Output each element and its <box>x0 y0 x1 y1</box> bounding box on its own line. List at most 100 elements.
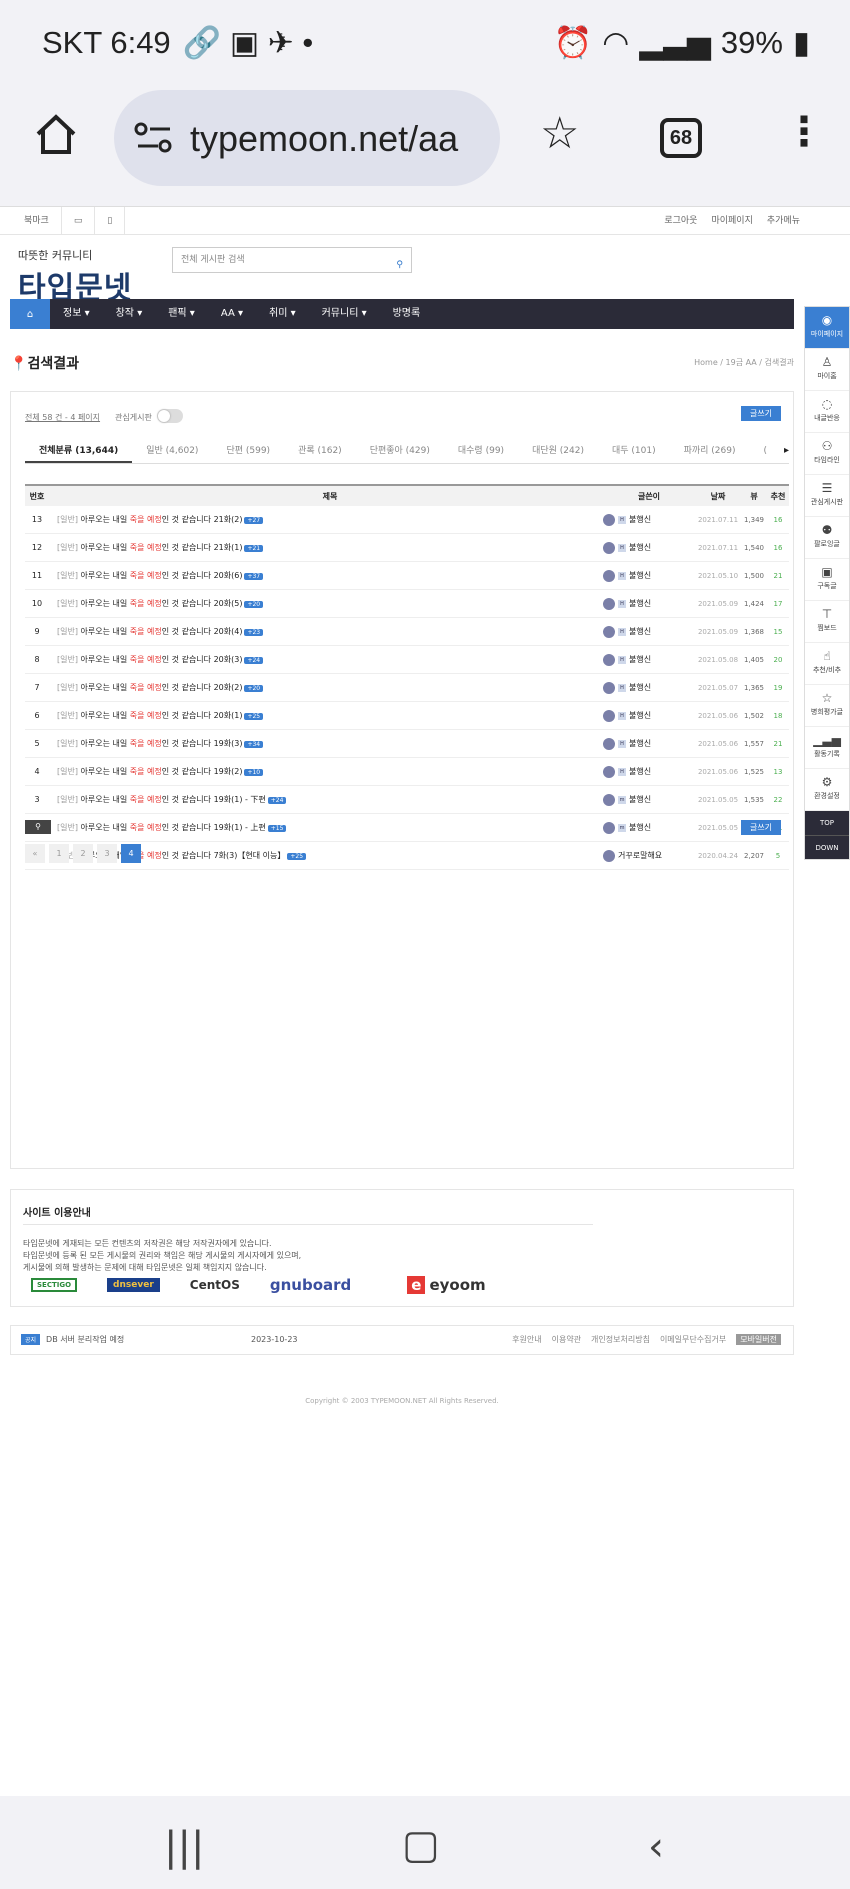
more-menu-icon[interactable]: ⋮ <box>784 108 824 156</box>
scroll-top-button[interactable]: TOP <box>805 811 849 835</box>
tab-5[interactable]: 대수령 (99) <box>444 438 518 463</box>
nav-creation[interactable]: 창작 ▾ <box>103 299 156 329</box>
table-row[interactable]: 2[일반] 아루오는 내일 죽을 예정인 것 같습니다 19화(1) - 上편+… <box>25 814 789 842</box>
post-author[interactable]: 거꾸로말해요 <box>603 849 695 862</box>
tab-3[interactable]: 단편좋아 (429) <box>356 438 444 463</box>
site-settings-icon[interactable] <box>134 120 174 156</box>
quick-reactions[interactable]: ◌ 내글반응 <box>805 391 849 433</box>
table-row[interactable]: 12 [일반] 아루오는 내일 죽을 예정인 것 같습니다 21화(1) +21 H 불… <box>25 534 789 562</box>
site-logo[interactable]: 따뜻한 커뮤니티 타입문넷 <box>18 247 132 307</box>
quick-pinned[interactable]: ⊤ 찜보드 <box>805 601 849 643</box>
page-2[interactable]: 2 <box>73 844 93 863</box>
post-author[interactable]: H 불행신 <box>603 597 695 610</box>
post-author[interactable]: m 불행신 <box>603 793 695 806</box>
home-icon[interactable] <box>34 112 78 156</box>
more-menu-link[interactable]: 추가메뉴 <box>767 207 800 235</box>
tab-count-button[interactable]: 68 <box>660 118 702 158</box>
result-count[interactable]: 전체 58 건 - 4 페이지 <box>25 412 100 423</box>
write-button-bottom[interactable]: 글쓰기 <box>741 820 781 835</box>
table-row[interactable]: 4 [일반] 아루오는 내일 죽을 예정인 것 같습니다 19화(2) +10 H 불행… <box>25 758 789 786</box>
table-row[interactable]: 13 [일반] 아루오는 내일 죽을 예정인 것 같습니다 21화(2) +27 H 불… <box>25 506 789 534</box>
post-title[interactable]: [일반] 아루오는 내일 죽을 예정인 것 같습니다 19화(3) +34 <box>49 738 603 749</box>
tab-9[interactable]: ( <box>750 438 782 463</box>
logout-link[interactable]: 로그아웃 <box>664 207 697 235</box>
search-icon[interactable]: ⚲ <box>396 253 403 277</box>
tab-all[interactable]: 전체분류 (13,644) <box>25 438 133 463</box>
table-row[interactable]: 11 [일반] 아루오는 내일 죽을 예정인 것 같습니다 20화(6) +37 H 불… <box>25 562 789 590</box>
table-row[interactable]: 3 [일반] 아루오는 내일 죽을 예정인 것 같습니다 19화(1) - 下편 +… <box>25 786 789 814</box>
table-row[interactable]: 5 [일반] 아루오는 내일 죽을 예정인 것 같습니다 19화(3) +34 H 불행… <box>25 730 789 758</box>
footer-link-privacy[interactable]: 개인정보처리방침 <box>591 1334 650 1345</box>
mobile-icon[interactable]: ▯ <box>95 207 126 235</box>
nav-home-icon[interactable]: ⌂ <box>10 299 50 329</box>
quick-following[interactable]: ⚉ 팔로잉글 <box>805 517 849 559</box>
table-row[interactable]: 8 [일반] 아루오는 내일 죽을 예정인 것 같습니다 20화(3) +24 H 불행… <box>25 646 789 674</box>
quick-fav-board[interactable]: ☰ 관심게시판 <box>805 475 849 517</box>
post-title[interactable]: [일반] 아루오는 내일 죽을 예정인 것 같습니다 20화(2) +20 <box>49 682 603 693</box>
page-3[interactable]: 3 <box>97 844 117 863</box>
bookmark-star-icon[interactable]: ☆ <box>540 112 579 156</box>
nav-guestbook[interactable]: 방명록 <box>380 299 434 329</box>
post-title[interactable]: [일반] 아루오는 내일 죽을 예정인 것 같습니다 21화(2) +27 <box>49 514 603 525</box>
page-first[interactable]: « <box>25 844 45 863</box>
quick-settings[interactable]: ⚙ 환경설정 <box>805 769 849 811</box>
tab-8[interactable]: 파까리 (269) <box>670 438 750 463</box>
tab-general[interactable]: 일반 (4,602) <box>132 438 212 463</box>
quick-activity[interactable]: ▁▃▅ 활동기록 <box>805 727 849 769</box>
page-4[interactable]: 4 <box>121 844 141 863</box>
tab-4[interactable]: 관록 (162) <box>284 438 356 463</box>
quick-myhome[interactable]: ♙ 마이홈 <box>805 349 849 391</box>
home-button-icon[interactable]: ▢ <box>402 1822 440 1868</box>
tab-scroll-icon[interactable]: ▸ <box>784 445 789 456</box>
post-author[interactable]: H 불행신 <box>603 681 695 694</box>
tab-7[interactable]: 대두 (101) <box>598 438 670 463</box>
post-author[interactable]: H 불행신 <box>603 653 695 666</box>
search-button[interactable]: ⚲ <box>25 820 51 834</box>
url-bar[interactable]: typemoon.net/aa <box>114 90 500 186</box>
tab-6[interactable]: 대단원 (242) <box>518 438 598 463</box>
nav-fanfic[interactable]: 팬픽 ▾ <box>155 299 208 329</box>
post-title[interactable]: [일반] 아루오는 내일 죽을 예정인 것 같습니다 20화(1) +25 <box>49 710 603 721</box>
post-title[interactable]: [일반] 아루오는 내일 죽을 예정인 것 같습니다 20화(3) +24 <box>49 654 603 665</box>
quick-mypage[interactable]: ◉ 마이페이지 <box>805 307 849 349</box>
notice-link[interactable]: DB 서버 분리작업 예정 <box>46 1334 124 1345</box>
site-search-input[interactable]: 전체 게시판 검색 ⚲ <box>172 247 412 273</box>
write-button-top[interactable]: 글쓰기 <box>741 406 781 421</box>
nav-info[interactable]: 정보 ▾ <box>50 299 103 329</box>
url-text[interactable]: typemoon.net/aa <box>190 118 490 160</box>
desktop-icon[interactable]: ▭ <box>62 207 96 235</box>
quick-rating[interactable]: ☆ 병희평가글 <box>805 685 849 727</box>
quick-subscribe[interactable]: ▣ 구독글 <box>805 559 849 601</box>
post-author[interactable]: H 불행신 <box>603 737 695 750</box>
mobile-version-button[interactable]: 모바일버전 <box>736 1334 781 1345</box>
tab-short[interactable]: 단편 (599) <box>212 438 284 463</box>
footer-link-email[interactable]: 이메일무단수집거부 <box>660 1334 726 1345</box>
quick-recommend[interactable]: ☝ 추천/비추 <box>805 643 849 685</box>
post-author[interactable]: H 불행신 <box>603 541 695 554</box>
post-title[interactable]: [일반] 아루오는 내일 죽을 예정인 것 같습니다 20화(4) +23 <box>49 626 603 637</box>
recent-apps-icon[interactable]: ||| <box>164 1824 204 1870</box>
table-row[interactable]: 9 [일반] 아루오는 내일 죽을 예정인 것 같습니다 20화(4) +23 H 불행… <box>25 618 789 646</box>
nav-hobby[interactable]: 취미 ▾ <box>256 299 309 329</box>
post-title[interactable]: [일반] 아루오는 내일 죽을 예정인 것 같습니다 20화(5) +20 <box>49 598 603 609</box>
page-1[interactable]: 1 <box>49 844 69 863</box>
post-title[interactable]: [일반] 아루오는 내일 죽을 예정인 것 같습니다 21화(1) +21 <box>49 542 603 553</box>
post-author[interactable]: H 불행신 <box>603 569 695 582</box>
post-author[interactable]: m 불행신 <box>603 821 695 834</box>
quick-timeline[interactable]: ⚇ 타임라인 <box>805 433 849 475</box>
post-title[interactable]: [일반] 아루오는 내일 죽을 예정인 것 같습니다 19화(2) +10 <box>49 766 603 777</box>
nav-aa[interactable]: AA ▾ <box>208 299 256 329</box>
fav-board-toggle[interactable] <box>157 409 183 423</box>
footer-link-terms[interactable]: 이용약관 <box>552 1334 581 1345</box>
post-author[interactable]: H 불행신 <box>603 625 695 638</box>
table-row[interactable]: 7 [일반] 아루오는 내일 죽을 예정인 것 같습니다 20화(2) +20 H 불행… <box>25 674 789 702</box>
bookmark-link[interactable]: 북마크 <box>12 207 62 235</box>
nav-community[interactable]: 커뮤니티 ▾ <box>309 299 380 329</box>
back-icon[interactable]: ‹ <box>648 1824 664 1870</box>
post-author[interactable]: H 불행신 <box>603 513 695 526</box>
table-row[interactable]: 6 [일반] 아루오는 내일 죽을 예정인 것 같습니다 20화(1) +25 H 불행… <box>25 702 789 730</box>
scroll-down-button[interactable]: DOWN <box>805 835 849 859</box>
table-row[interactable]: 10 [일반] 아루오는 내일 죽을 예정인 것 같습니다 20화(5) +20 H 불… <box>25 590 789 618</box>
mypage-link[interactable]: 마이페이지 <box>711 207 752 235</box>
post-title[interactable]: [일반] 아루오는 내일 죽을 예정인 것 같습니다 19화(1) - 下편 +2… <box>49 794 603 805</box>
